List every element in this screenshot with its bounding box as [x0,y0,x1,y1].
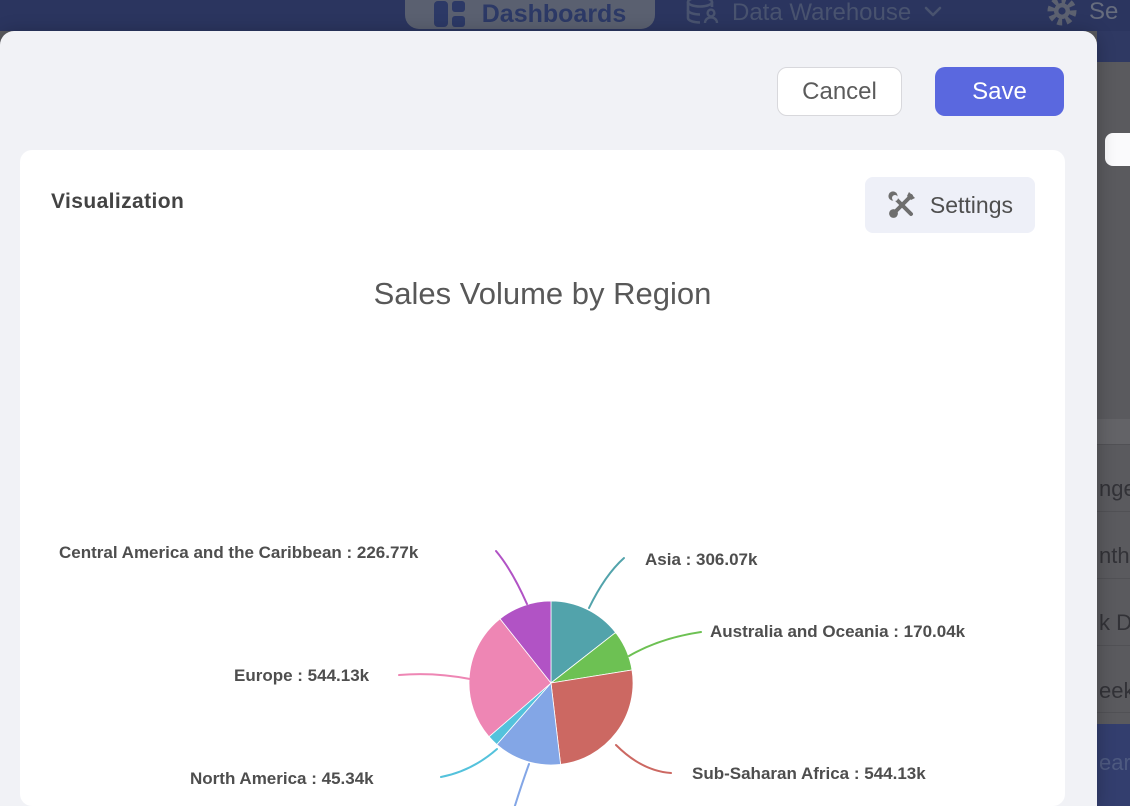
background-list-item: k D [1099,610,1130,636]
edit-visualization-modal: Cancel Save Visualization Settings Sales… [0,31,1097,806]
pie-leader-line [589,558,624,608]
background-list-item: nth [1099,543,1130,569]
divider [1097,645,1130,646]
pie-slice[interactable] [497,683,561,765]
pie-leader-line [513,764,529,806]
visualization-card: Visualization Settings Sales Volume by R… [20,150,1065,806]
settings-button[interactable]: Settings [865,177,1035,233]
chart-title: Sales Volume by Region [20,276,1065,312]
pie-label-north-america: North America : 45.34k [190,769,374,789]
navbar-behind-modal [1097,31,1130,62]
pie-label-europe: Europe : 544.13k [234,666,369,686]
data-warehouse-label: Data Warehouse [732,0,911,25]
divider [1097,511,1130,512]
background-list-item: eek [1099,678,1130,704]
nav-settings-partial-label[interactable]: Se [1089,0,1118,26]
pie-slice[interactable] [551,670,633,764]
background-button-partial [1105,133,1130,166]
pie-leader-line [399,674,470,679]
background-selected-item: ear [1097,724,1130,806]
settings-button-label: Settings [930,192,1013,219]
dashboard-icon [434,1,468,27]
pie-leader-line [496,551,527,604]
pie-leader-line [629,632,701,656]
pie-slice[interactable] [551,633,632,684]
background-list-item: ear [1097,750,1130,776]
pie-label-australia-oceania: Australia and Oceania : 170.04k [710,622,965,642]
top-navbar: Dashboards Data Warehouse Se [0,0,1130,31]
pie-slice[interactable] [489,683,551,745]
tab-dashboards[interactable]: Dashboards [405,0,655,29]
divider [1097,712,1130,713]
pie-slice[interactable] [551,601,616,683]
cancel-button[interactable]: Cancel [777,67,902,116]
dashboards-tab-label: Dashboards [482,1,626,27]
divider [1097,444,1130,445]
gear-icon[interactable] [1042,0,1082,31]
pie-leader-line [441,749,497,777]
pie-label-sub-saharan-africa: Sub-Saharan Africa : 544.13k [692,764,926,784]
pie-label-asia: Asia : 306.07k [645,550,757,570]
background-band [1097,419,1130,444]
pie-label-central-america: Central America and the Caribbean : 226.… [59,543,462,563]
pie-leader-line [616,745,671,773]
nav-item-data-warehouse[interactable]: Data Warehouse [686,0,943,31]
section-title: Visualization [51,190,184,214]
tools-icon [887,190,917,220]
chevron-down-icon [923,4,943,20]
background-list-item: nge [1099,476,1130,502]
pie-slice[interactable] [500,601,551,683]
divider [1097,578,1130,579]
pie-chart [20,150,1065,806]
pie-slice[interactable] [469,619,551,737]
database-user-icon [686,0,720,24]
dimmed-background-strip: nge nth k D eek ear [1097,31,1130,806]
save-button[interactable]: Save [935,67,1064,116]
